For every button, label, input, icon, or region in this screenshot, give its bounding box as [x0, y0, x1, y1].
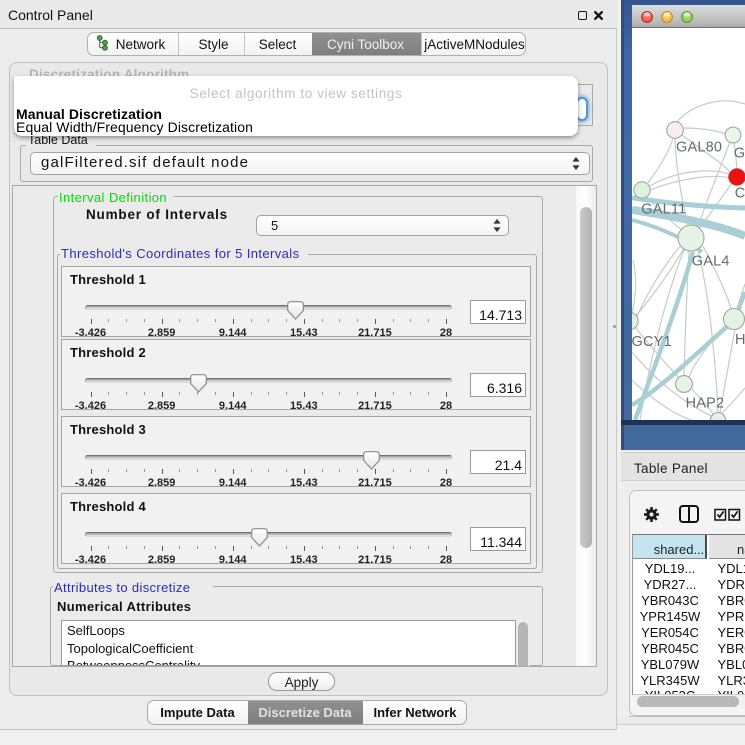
svg-text:GA: GA [734, 146, 745, 162]
svg-text:GAL80: GAL80 [676, 140, 722, 156]
svg-text:GCY1: GCY1 [632, 334, 672, 350]
svg-text:CD: CD [735, 186, 745, 202]
svg-text:GAL11: GAL11 [641, 201, 686, 217]
svg-text:HAP2: HAP2 [686, 396, 725, 412]
svg-text:HA: HA [735, 332, 745, 348]
svg-text:GAL4: GAL4 [692, 254, 730, 270]
